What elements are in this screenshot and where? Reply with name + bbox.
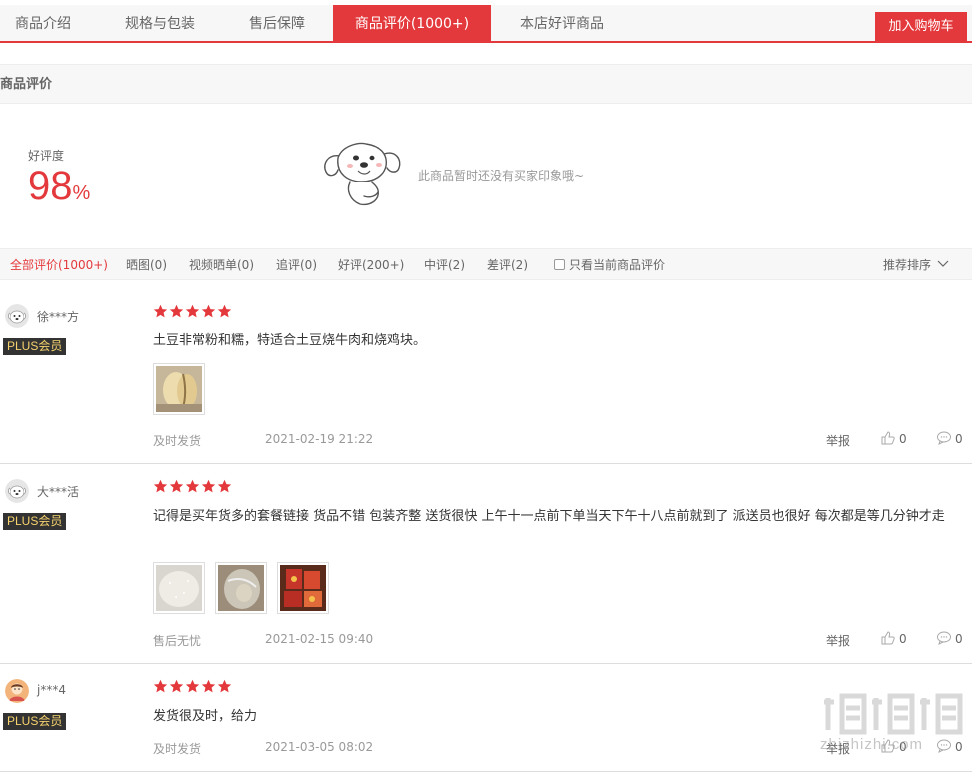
reviewer-name[interactable]: 大***活 (37, 483, 79, 500)
rating-number: 98 (28, 164, 73, 208)
sort-dropdown[interactable]: 推荐排序 (883, 249, 949, 281)
tab-after-sales[interactable]: 售后保障 (236, 5, 318, 43)
rice-photo-icon (156, 565, 202, 611)
star-icon (217, 479, 232, 494)
filter-all[interactable]: 全部评价(1000+) (10, 249, 108, 281)
review-photo-thumbnail[interactable] (153, 363, 205, 415)
plus-member-badge: PLUS会员 (3, 338, 67, 355)
review-time: 2021-03-05 08:02 (265, 740, 374, 754)
only-current-checkbox[interactable] (554, 259, 565, 270)
joy-dog-mascot-icon (324, 142, 401, 206)
review-photos (153, 562, 329, 614)
reviewer-name[interactable]: 徐***方 (37, 308, 79, 325)
star-icon (185, 679, 200, 694)
rating-unit: % (72, 182, 91, 204)
filter-followup[interactable]: 追评(0) (276, 249, 317, 281)
like-count: 0 (899, 432, 907, 446)
star-rating (153, 304, 232, 320)
add-to-cart-button[interactable]: 加入购物车 (875, 12, 967, 42)
like-button[interactable]: 0 (880, 430, 907, 446)
star-icon (217, 679, 232, 694)
review-content: 记得是买年货多的套餐链接 货品不错 包装齐整 送货很快 上午十一点前下单当天下午… (153, 509, 945, 524)
star-icon (201, 304, 216, 319)
star-rating (153, 479, 232, 495)
star-icon (217, 304, 232, 319)
reply-button[interactable]: 0 (936, 430, 963, 446)
only-current-label: 只看当前商品评价 (569, 258, 666, 272)
filter-neutral[interactable]: 中评(2) (424, 249, 465, 281)
dog-avatar-icon[interactable] (5, 479, 29, 503)
tab-product-intro[interactable]: 商品介绍 (0, 5, 86, 43)
comment-icon (937, 739, 951, 753)
review-photo-thumbnail[interactable] (277, 562, 329, 614)
star-icon (153, 479, 168, 494)
rating-value: 98% (28, 163, 90, 216)
comment-icon (937, 631, 951, 645)
star-icon (153, 304, 168, 319)
review-tag: 售后无忧 (153, 634, 202, 648)
star-icon (185, 304, 200, 319)
tab-spec-packaging[interactable]: 规格与包装 (102, 5, 218, 43)
reply-count: 0 (955, 432, 963, 446)
tab-reviews[interactable]: 商品评价(1000+) (333, 5, 491, 43)
star-icon (201, 479, 216, 494)
thumbs-up-icon (881, 431, 895, 445)
filter-photos[interactable]: 晒图(0) (126, 249, 167, 281)
filter-video[interactable]: 视频晒单(0) (189, 249, 254, 281)
review-content: 土豆非常粉和糯，特适合土豆烧牛肉和烧鸡块。 (153, 333, 427, 348)
dog-avatar-icon[interactable] (5, 304, 29, 328)
section-title: 商品评价 (0, 64, 972, 104)
report-link[interactable]: 举报 (826, 432, 850, 449)
reviewer-name[interactable]: j***4 (37, 683, 66, 697)
tab-shop-top-rated[interactable]: 本店好评商品 (507, 5, 617, 43)
filter-positive[interactable]: 好评(200+) (338, 249, 404, 281)
like-button[interactable]: 0 (880, 630, 907, 646)
review-tag: 及时发货 (153, 742, 202, 756)
review-photo-thumbnail[interactable] (215, 562, 267, 614)
rating-label: 好评度 (28, 149, 65, 163)
review-photos (153, 363, 205, 415)
star-icon (185, 479, 200, 494)
star-icon (169, 479, 184, 494)
bag-photo-icon (218, 565, 264, 611)
star-rating (153, 679, 232, 695)
review-tag: 及时发货 (153, 434, 202, 448)
review-time: 2021-02-19 21:22 (265, 432, 374, 446)
star-icon (201, 679, 216, 694)
reply-count: 0 (955, 740, 963, 754)
review-item: 徐***方 PLUS会员 土豆非常粉和糯，特适合土豆烧牛肉和烧鸡块。 及时发货 … (0, 280, 972, 464)
sort-label: 推荐排序 (883, 258, 932, 272)
detail-tab-bar: 商品介绍 规格与包装 售后保障 商品评价(1000+) 本店好评商品 加入购物车 (0, 5, 972, 43)
potato-photo-icon (156, 366, 202, 412)
review-time: 2021-02-15 09:40 (265, 632, 374, 646)
thumbs-up-icon (881, 631, 895, 645)
chevron-down-icon (937, 260, 949, 267)
comment-icon (937, 431, 951, 445)
star-icon (153, 679, 168, 694)
no-impression-tip: 此商品暂时还没有买家印象哦~ (418, 169, 585, 183)
reply-count: 0 (955, 632, 963, 646)
review-item: j***4 PLUS会员 发货很及时，给力 及时发货 2021-03-05 08… (0, 664, 972, 772)
reply-button[interactable]: 0 (936, 738, 963, 754)
review-item: 大***活 PLUS会员 记得是买年货多的套餐链接 货品不错 包装齐整 送货很快… (0, 464, 972, 664)
only-current-product-toggle[interactable]: 只看当前商品评价 (554, 249, 665, 281)
snack-photo-icon (280, 565, 326, 611)
person-avatar-icon[interactable] (5, 679, 29, 703)
plus-member-badge: PLUS会员 (3, 513, 67, 530)
review-content: 发货很及时，给力 (153, 709, 258, 724)
like-count: 0 (899, 632, 907, 646)
star-icon (169, 679, 184, 694)
report-link[interactable]: 举报 (826, 632, 850, 649)
reply-button[interactable]: 0 (936, 630, 963, 646)
filter-negative[interactable]: 差评(2) (487, 249, 528, 281)
plus-member-badge: PLUS会员 (3, 713, 67, 730)
watermark-text: zhizhizhi.com (820, 736, 924, 753)
star-icon (169, 304, 184, 319)
review-filter-bar: 全部评价(1000+) 晒图(0) 视频晒单(0) 追评(0) 好评(200+)… (0, 248, 972, 280)
review-photo-thumbnail[interactable] (153, 562, 205, 614)
